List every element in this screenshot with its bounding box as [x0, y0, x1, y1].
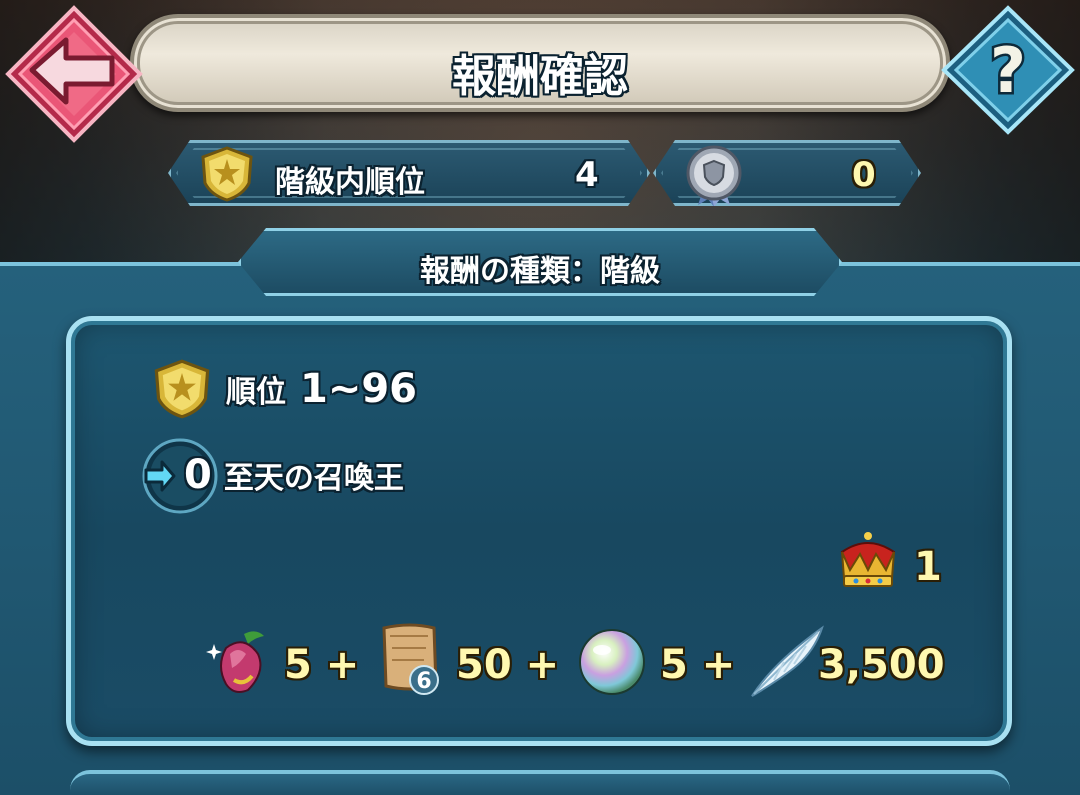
rank-value: 4: [575, 155, 599, 195]
title-prefix: 0: [184, 452, 212, 498]
help-icon: ?: [941, 5, 1075, 135]
next-panel-edge: [70, 770, 1010, 795]
rank-label: 階級内順位: [275, 165, 425, 200]
feather-icon: [751, 625, 824, 697]
feather-value: 3,500: [818, 642, 945, 688]
rank-range-label: 順位: [226, 375, 286, 410]
crown-count-row: 1: [914, 544, 942, 590]
crown-count: 1: [914, 544, 942, 590]
fruit-value: 5 +: [284, 642, 360, 688]
silver-medal-icon: [682, 143, 746, 209]
medal-pill: 0: [653, 140, 921, 206]
scroll-badge: 6: [416, 669, 431, 694]
rank-pill: 階級内順位 4: [168, 140, 650, 206]
title-reward-row: 0 至天の召喚王: [184, 452, 404, 498]
help-button[interactable]: ?: [940, 4, 1076, 136]
medal-value: 0: [852, 155, 876, 195]
feather-value-row: 3,500: [818, 642, 945, 688]
scroll-value: 50 +: [456, 642, 560, 688]
rank-range-value: 1~96: [300, 366, 418, 412]
gold-rank-badge-icon: [197, 145, 257, 203]
orb-icon: [579, 629, 645, 695]
section-header: 報酬の種類：階級: [238, 228, 842, 296]
fruit-value-row: 5 +: [284, 642, 359, 688]
page-title: 報酬確認: [452, 51, 628, 102]
fruit-icon: [206, 631, 264, 693]
gold-rank-badge-icon: [154, 359, 210, 419]
scroll-value-row: 50 +: [456, 642, 559, 688]
orb-value: 5 +: [660, 642, 736, 688]
orb-value-row: 5 +: [660, 642, 735, 688]
title-bar: 報酬確認: [130, 14, 950, 112]
title-name: 至天の召喚王: [223, 461, 404, 496]
crown-icon: [840, 532, 896, 587]
rank-range-row: 順位 1~96: [226, 366, 417, 412]
help-label: ?: [990, 34, 1026, 107]
section-title: 報酬の種類：階級: [420, 254, 660, 289]
scroll-icon: 6: [382, 623, 439, 695]
back-arrow-icon: [5, 5, 143, 143]
back-button[interactable]: [4, 4, 144, 144]
